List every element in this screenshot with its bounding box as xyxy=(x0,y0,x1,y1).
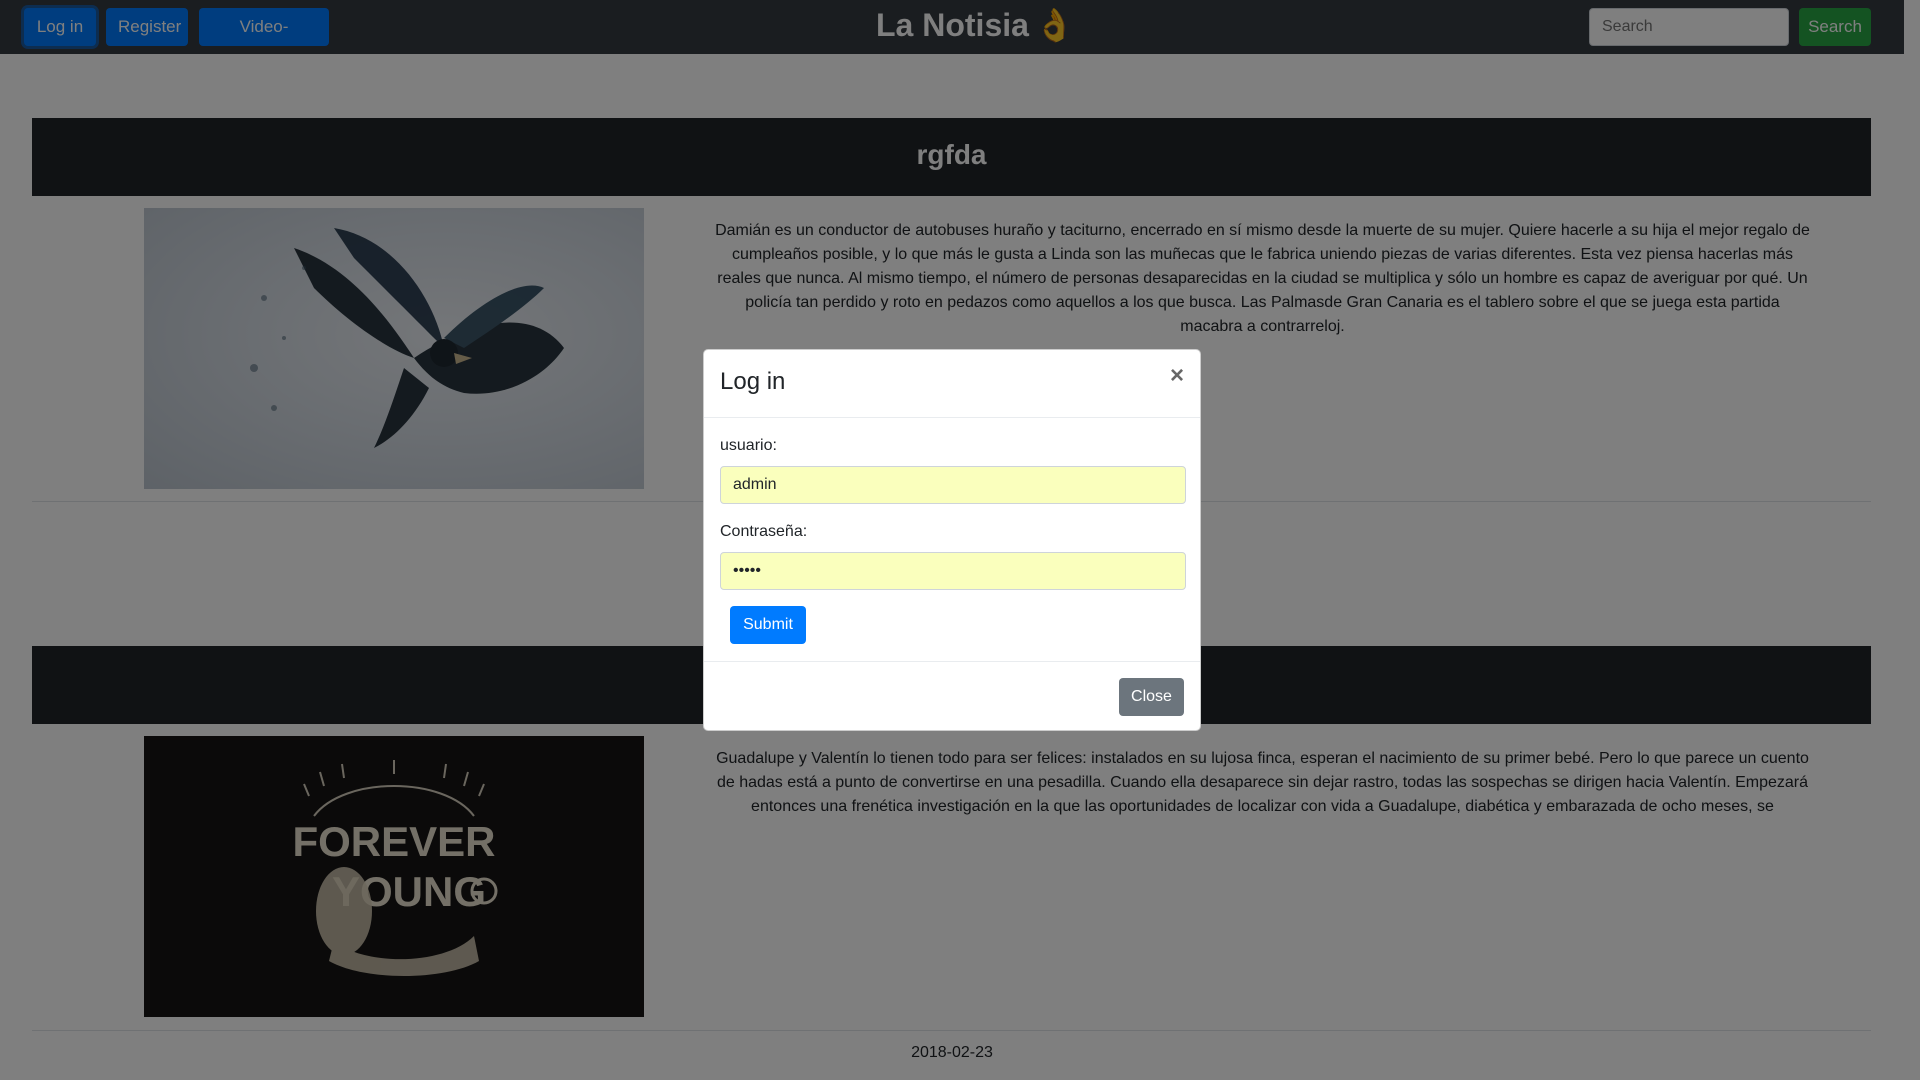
close-icon[interactable]: × xyxy=(1170,364,1184,388)
submit-button[interactable]: Submit xyxy=(730,606,806,644)
username-label: usuario: xyxy=(720,437,777,454)
modal-footer: Close xyxy=(704,661,1200,731)
modal-header: Log in × xyxy=(704,350,1200,418)
login-modal: Log in × usuario: admin Contraseña: ••••… xyxy=(703,349,1201,731)
password-label: Contraseña: xyxy=(720,523,808,540)
username-field[interactable]: admin xyxy=(720,466,1186,504)
close-button[interactable]: Close xyxy=(1119,678,1184,716)
modal-title: Log in xyxy=(720,368,786,395)
password-field[interactable]: ••••• xyxy=(720,552,1186,590)
